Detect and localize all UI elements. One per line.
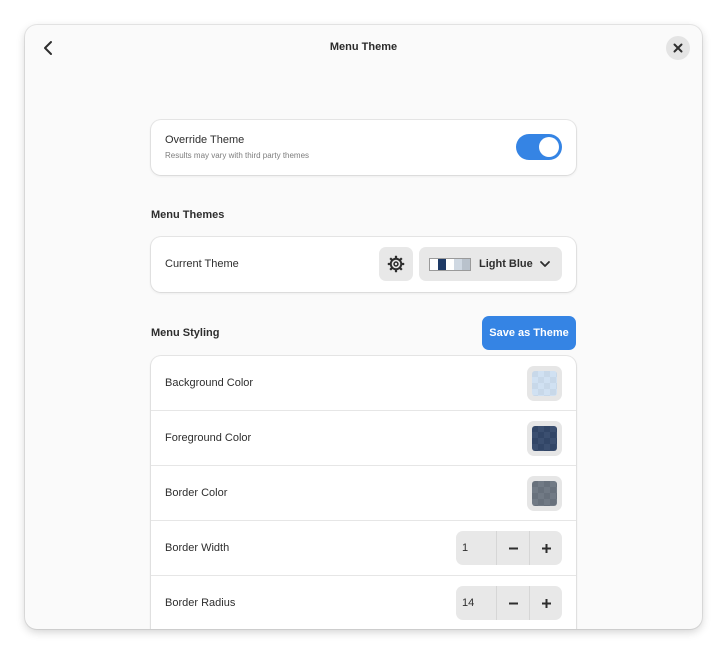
border-color-button[interactable] [527, 476, 562, 511]
override-theme-switch[interactable] [516, 134, 562, 160]
row-label: Border Width [165, 542, 230, 554]
menu-theme-window: Menu Theme Override Theme Results may va… [25, 25, 702, 629]
swatch-color-3 [446, 259, 454, 270]
theme-dropdown[interactable]: Light Blue [419, 247, 562, 281]
foreground-color-row: Foreground Color [151, 411, 576, 466]
override-theme-subtitle: Results may vary with third party themes [165, 151, 310, 160]
row-label: Foreground Color [165, 432, 252, 444]
menu-styling-card: Background Color Foreground Color Border… [151, 356, 576, 629]
save-as-theme-button[interactable]: Save as Theme [482, 316, 576, 350]
switch-knob [539, 137, 559, 157]
border-color-swatch [532, 481, 557, 506]
close-button[interactable] [666, 36, 690, 60]
background-color-button[interactable] [527, 366, 562, 401]
override-theme-title: Override Theme [165, 134, 245, 146]
background-color-swatch [532, 371, 557, 396]
border-color-row: Border Color [151, 466, 576, 521]
foreground-color-button[interactable] [527, 421, 562, 456]
row-label: Border Radius [165, 597, 236, 609]
decrement-button[interactable] [496, 531, 529, 565]
background-color-row: Background Color [151, 356, 576, 411]
header-bar: Menu Theme [25, 25, 702, 71]
close-icon [673, 43, 683, 53]
decrement-button[interactable] [496, 586, 529, 620]
override-theme-card: Override Theme Results may vary with thi… [151, 120, 576, 175]
page-title: Menu Theme [329, 41, 398, 53]
plus-icon [541, 543, 551, 553]
plus-icon [541, 598, 551, 608]
row-label: Background Color [165, 377, 254, 389]
border-width-row: Border Width 1 [151, 521, 576, 576]
content-area: Override Theme Results may vary with thi… [25, 71, 702, 629]
chevron-down-icon [540, 261, 550, 267]
border-radius-row: Border Radius 14 [151, 576, 576, 629]
minus-icon [508, 602, 518, 604]
menu-styling-heading: Menu Styling [151, 327, 220, 339]
increment-button[interactable] [529, 586, 562, 620]
border-radius-spinbutton: 14 [456, 586, 562, 620]
swatch-color-4 [454, 259, 462, 270]
border-width-value[interactable]: 1 [456, 531, 496, 565]
swatch-color-1 [430, 259, 438, 270]
current-theme-label: Current Theme [165, 258, 239, 270]
border-radius-value[interactable]: 14 [456, 586, 496, 620]
foreground-color-swatch [532, 426, 557, 451]
border-width-spinbutton: 1 [456, 531, 562, 565]
swatch-color-5 [462, 259, 470, 270]
menu-themes-card: Current Theme Light Blue [151, 237, 576, 292]
gear-icon [387, 255, 405, 273]
menu-themes-heading: Menu Themes [151, 209, 225, 221]
selected-theme-name: Light Blue [479, 258, 533, 270]
minus-icon [508, 547, 518, 549]
theme-settings-button[interactable] [379, 247, 413, 281]
row-label: Border Color [165, 487, 228, 499]
increment-button[interactable] [529, 531, 562, 565]
theme-preview-swatch [429, 258, 471, 271]
swatch-color-2 [438, 259, 446, 270]
